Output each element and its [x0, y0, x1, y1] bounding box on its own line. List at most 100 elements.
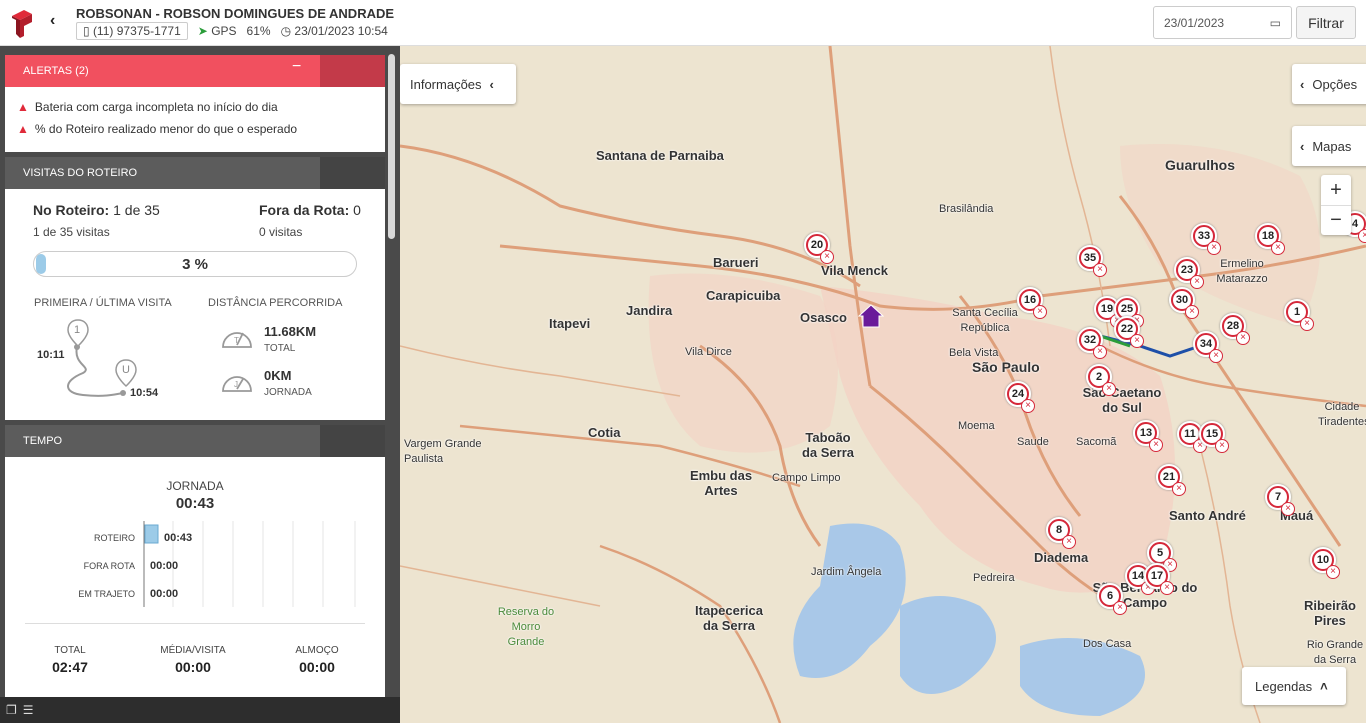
- alerts-header[interactable]: ALERTAS (2) −: [5, 55, 385, 87]
- visit-pin[interactable]: 17 ×: [1144, 563, 1174, 599]
- visit-pin[interactable]: 15 ×: [1199, 421, 1229, 457]
- visit-pin[interactable]: 33 ×: [1191, 223, 1221, 259]
- stat-label: ALMOÇO: [295, 645, 339, 656]
- visit-pin[interactable]: 24 ×: [1005, 381, 1035, 417]
- time-header-accent: [320, 425, 385, 457]
- off-route-value: 0: [353, 202, 361, 218]
- map-label: Brasilândia: [939, 203, 994, 215]
- off-route-summary: Fora da Rota: 0: [259, 202, 361, 218]
- visit-pin[interactable]: 28 ×: [1220, 313, 1250, 349]
- not-visited-icon: ×: [1033, 305, 1047, 319]
- zoom-out-button[interactable]: −: [1321, 205, 1351, 235]
- not-visited-icon: ×: [1209, 349, 1223, 363]
- not-visited-icon: ×: [1326, 565, 1340, 579]
- warning-icon: ▲: [17, 100, 29, 114]
- first-visit-time: 10:11: [37, 349, 65, 361]
- date-input[interactable]: 23/01/2023 ▭: [1153, 6, 1292, 39]
- not-visited-icon: ×: [1113, 601, 1127, 615]
- filter-button[interactable]: Filtrar: [1296, 6, 1356, 39]
- map-label: Embu das Artes: [689, 468, 753, 498]
- sidebar-scrollbar[interactable]: [388, 54, 395, 239]
- collapse-icon[interactable]: −: [292, 58, 301, 76]
- visit-pin[interactable]: 20 ×: [804, 232, 834, 268]
- route-visits-body: No Roteiro: 1 de 35 1 de 35 visitas Fora…: [5, 189, 385, 425]
- visit-pin[interactable]: 16 ×: [1017, 287, 1047, 323]
- visit-pin[interactable]: 22 ×: [1114, 316, 1144, 352]
- back-chevron-icon[interactable]: ‹: [50, 12, 55, 30]
- visit-pin[interactable]: 32 ×: [1077, 327, 1107, 363]
- map-label: Campo Limpo: [772, 472, 841, 484]
- workday-value: 00:43: [175, 495, 215, 512]
- map-label: Vila Dirce: [685, 346, 732, 358]
- visit-pin[interactable]: 2 ×: [1086, 364, 1116, 400]
- time-title: TEMPO: [23, 435, 63, 447]
- map-label: Moema: [958, 420, 995, 432]
- map-label: Jandira: [626, 303, 673, 318]
- bar-value: 00:43: [164, 532, 193, 544]
- visit-pin[interactable]: 21 ×: [1156, 464, 1186, 500]
- workday-distance-value: 0KM: [264, 368, 292, 383]
- on-route-visits: 1 de 35 visitas: [33, 225, 110, 239]
- not-visited-icon: ×: [1300, 317, 1314, 331]
- sidebar-footer: ❐ ☰: [0, 697, 400, 723]
- not-visited-icon: ×: [1149, 438, 1163, 452]
- menu-icon[interactable]: ☰: [23, 703, 34, 717]
- not-visited-icon: ×: [1062, 535, 1076, 549]
- not-visited-icon: ×: [1093, 345, 1107, 359]
- chevron-up-icon: ˄: [1320, 678, 1328, 694]
- home-icon[interactable]: [858, 304, 884, 328]
- alerts-card: ALERTAS (2) − ▲ Bateria com carga incomp…: [5, 55, 385, 152]
- map-label: Ribeirão Pires: [1303, 598, 1356, 628]
- visit-pin[interactable]: 34 ×: [1193, 331, 1223, 367]
- route-progress-text: 3 %: [182, 255, 208, 273]
- visit-pin[interactable]: 7 ×: [1265, 484, 1295, 520]
- window-icon[interactable]: ❐: [6, 703, 17, 717]
- visit-pin[interactable]: 23 ×: [1174, 257, 1204, 293]
- not-visited-icon: ×: [1215, 439, 1229, 453]
- time-header[interactable]: TEMPO: [5, 425, 385, 457]
- alerts-title: ALERTAS (2): [23, 65, 89, 77]
- not-visited-icon: ×: [1190, 275, 1204, 289]
- calendar-icon[interactable]: ▭: [1270, 16, 1281, 30]
- visit-pin[interactable]: 18 ×: [1255, 223, 1285, 259]
- options-toggle[interactable]: ‹ Opções: [1292, 64, 1366, 104]
- map-label: Santana de Parnaiba: [596, 148, 724, 163]
- not-visited-icon: ×: [1281, 502, 1295, 516]
- off-route-label: Fora da Rota:: [259, 202, 350, 218]
- route-visits-card: VISITAS DO ROTEIRO No Roteiro: 1 de 35 1…: [5, 157, 385, 420]
- date-value: 23/01/2023: [1164, 15, 1225, 30]
- map-view[interactable]: Santana de Parnaiba Barueri Vila Menck C…: [400, 46, 1366, 723]
- app-logo-icon[interactable]: [10, 8, 34, 38]
- visit-pin[interactable]: 35 ×: [1077, 245, 1107, 281]
- route-progress-bar: 3 %: [33, 251, 357, 277]
- visit-pin[interactable]: 6 ×: [1097, 583, 1127, 619]
- map-label: Barueri: [713, 255, 759, 270]
- visit-pin[interactable]: 10 ×: [1310, 547, 1340, 583]
- zoom-in-button[interactable]: +: [1321, 175, 1351, 205]
- alert-item: ▲ Bateria com carga incompleta no início…: [5, 96, 385, 118]
- map-label: Vila Menck: [821, 263, 888, 278]
- info-panel-toggle[interactable]: Informações ‹: [400, 64, 516, 104]
- gps-label: GPS: [211, 24, 237, 38]
- map-label: Pedreira: [973, 572, 1015, 584]
- not-visited-icon: ×: [1021, 399, 1035, 413]
- maps-toggle[interactable]: ‹ Mapas: [1292, 126, 1366, 166]
- not-visited-icon: ×: [820, 250, 834, 264]
- not-visited-icon: ×: [1271, 241, 1285, 255]
- legend-toggle[interactable]: Legendas ˄: [1242, 667, 1346, 705]
- bar-value: 00:00: [150, 588, 179, 600]
- visit-pin[interactable]: 1 ×: [1284, 299, 1314, 335]
- svg-text:T: T: [234, 336, 239, 345]
- map-label: Santo André: [1169, 508, 1246, 523]
- not-visited-icon: ×: [1160, 581, 1174, 595]
- visit-pin[interactable]: 8 ×: [1046, 517, 1076, 553]
- map-label: Dos Casa: [1083, 638, 1132, 650]
- time-body: JORNADA 00:43 ROTEIRO 00:43 FORA ROTA 00…: [5, 457, 385, 697]
- stat-value: 00:00: [175, 659, 211, 675]
- legend-button-label: Legendas: [1255, 678, 1313, 694]
- not-visited-icon: ×: [1102, 382, 1116, 396]
- on-route-summary: No Roteiro: 1 de 35: [33, 202, 160, 218]
- visit-pin[interactable]: 13 ×: [1133, 420, 1163, 456]
- route-visits-header[interactable]: VISITAS DO ROTEIRO: [5, 157, 385, 189]
- time-card: TEMPO JORNADA 00:43 ROTEIRO 00:43 FORA R…: [5, 425, 385, 697]
